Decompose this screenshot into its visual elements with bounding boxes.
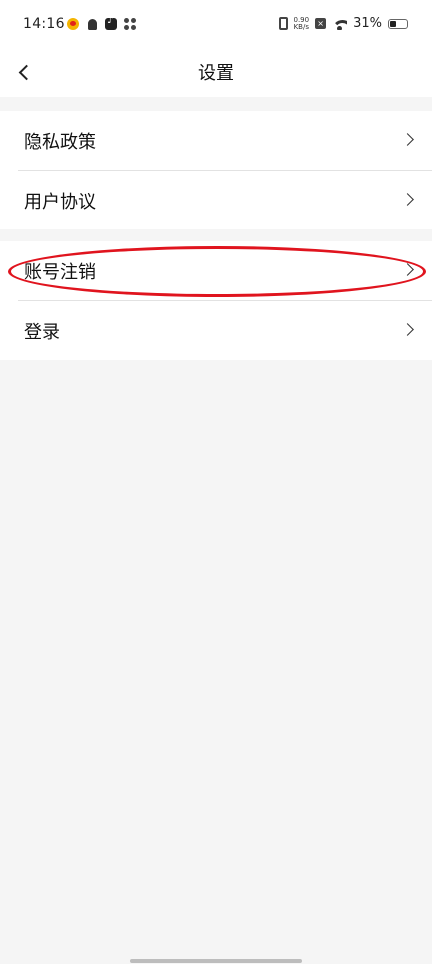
bulb-icon	[85, 17, 99, 31]
item-label: 隐私政策	[24, 131, 96, 153]
navigation-bar: 设置	[0, 50, 432, 97]
item-label: 账号注销	[24, 261, 96, 283]
page-title: 设置	[198, 63, 234, 84]
status-right-icons: 0.90 KB/s × 31%	[278, 15, 408, 31]
wifi-icon	[332, 18, 348, 30]
settings-group-account: 账号注销 登录	[0, 241, 432, 360]
chevron-right-icon	[401, 323, 414, 336]
battery-percent: 31%	[353, 16, 382, 31]
battery-icon	[388, 18, 408, 29]
home-indicator[interactable]	[130, 959, 302, 963]
weibo-icon	[66, 17, 80, 31]
chevron-right-icon	[401, 133, 414, 146]
status-bar: 14:16 0.90 KB/s × 31%	[0, 0, 432, 50]
tiktok-icon	[104, 15, 118, 31]
item-label: 用户协议	[24, 191, 96, 213]
privacy-policy-item[interactable]: 隐私政策	[0, 111, 432, 170]
account-deletion-item[interactable]: 账号注销	[0, 241, 432, 300]
vibrate-icon	[278, 17, 288, 30]
status-left-icons	[66, 15, 137, 31]
item-label: 登录	[24, 321, 60, 343]
chevron-right-icon	[401, 263, 414, 276]
no-sim-icon: ×	[315, 18, 327, 29]
fan-icon	[123, 17, 137, 31]
user-agreement-item[interactable]: 用户协议	[0, 171, 432, 230]
chevron-right-icon	[401, 193, 414, 206]
network-speed: 0.90 KB/s	[293, 15, 310, 31]
settings-group-legal: 隐私政策 用户协议	[0, 111, 432, 229]
login-item[interactable]: 登录	[0, 301, 432, 360]
status-time: 14:16	[23, 16, 65, 32]
